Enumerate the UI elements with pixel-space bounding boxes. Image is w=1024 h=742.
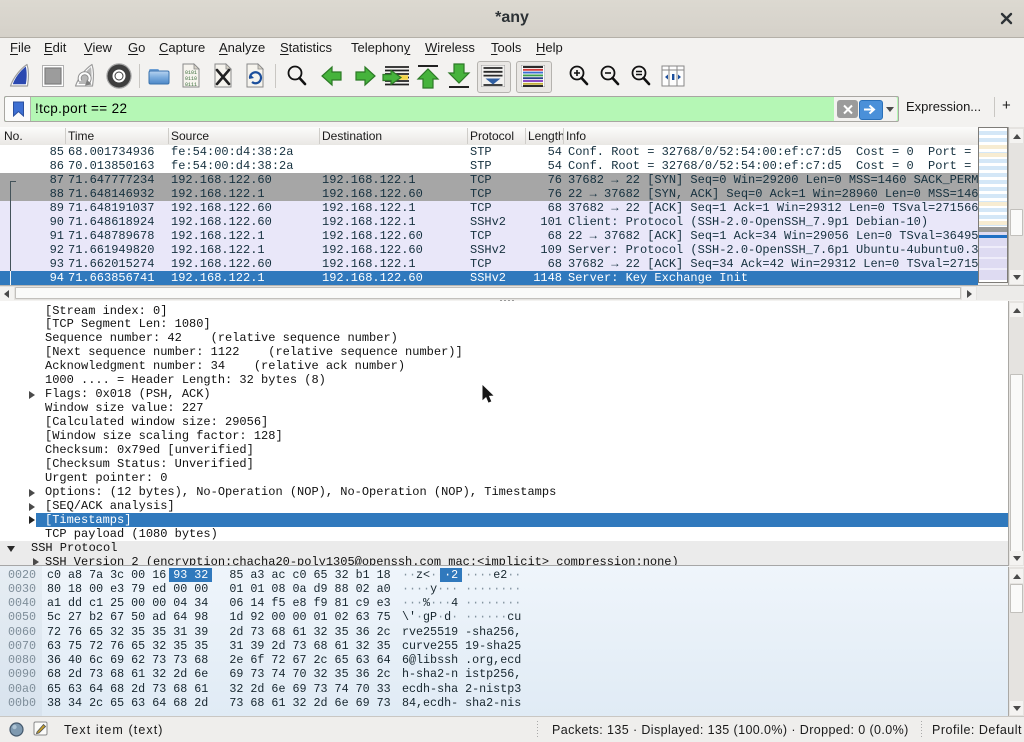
svg-text:0111: 0111 — [185, 82, 197, 88]
